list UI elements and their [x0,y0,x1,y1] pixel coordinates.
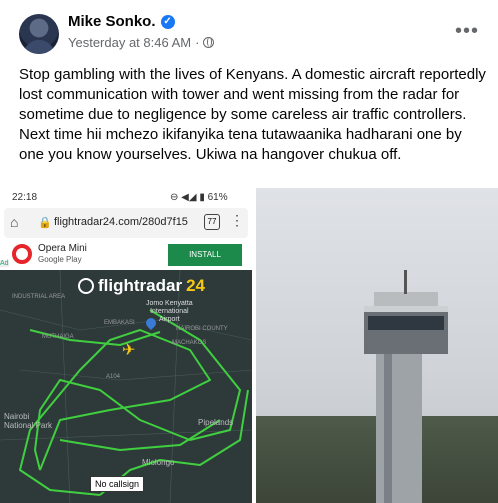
map-label: Nairobi National Park [4,412,53,430]
phone-status-bar: 22:18 ⊖ ◀◢ ▮ 61% [0,188,252,208]
post-media[interactable]: 22:18 ⊖ ◀◢ ▮ 61% ⌂ 🔒 flightradar24.com/2… [0,188,498,503]
globe-icon [203,37,215,48]
verified-badge-icon: ✓ [160,14,175,29]
home-icon: ⌂ [10,214,19,230]
logo-number: 24 [186,276,205,295]
ad-app-name: Opera Mini [38,243,87,254]
author-name-row: Mike Sonko. ✓ [68,13,175,30]
tower-shaft [376,348,422,503]
map-label: INDUSTRIAL AREA [12,294,66,300]
browser-url: flightradar24.com/280d7f15 [54,216,188,228]
more-options-icon[interactable]: ••• [455,20,479,43]
tower-antenna [404,270,407,294]
flightradar-logo: flightradar 24 [78,276,205,296]
meta-separator: · [195,35,200,50]
ad-store-name: Google Play [38,255,82,264]
map-label: Mlolongo [142,458,175,467]
tower-shaft-shadow [384,348,392,503]
ad-install-button: INSTALL [168,244,242,266]
map-label: Pipelands [198,418,234,427]
airplane-icon: ✈ [122,342,136,359]
browser-url-bar: ⌂ 🔒 flightradar24.com/280d7f15 77 ⋮ [4,208,248,238]
ad-badge: Ad [0,260,9,267]
author-avatar[interactable] [19,14,59,54]
author-name[interactable]: Mike Sonko. [68,13,156,30]
callsign-label: No callsign [90,476,145,492]
logo-text: flightradar [98,276,183,295]
map-label: MACHAKOS [172,340,207,346]
tower-windows [368,316,444,330]
flight-track-svg [0,270,252,503]
map-label: A104 [106,374,121,380]
opera-logo-icon [12,244,32,264]
status-indicators: ⊖ ◀◢ ▮ 61% [170,192,228,203]
radar-ring-icon [78,278,94,294]
post-caption: Stop gambling with the lives of Kenyans.… [19,66,486,163]
post-timestamp[interactable]: Yesterday at 8:46 AM [68,35,191,50]
lock-icon: 🔒 [38,217,52,229]
control-tower-photo[interactable] [256,188,498,503]
map-label: EMBAKASI [104,320,135,326]
map-label: NAIROBI COUNTY [176,326,228,332]
tower-cab [364,306,448,354]
ad-banner: Ad Opera Mini Google Play INSTALL [0,240,252,271]
tower-roof [374,292,438,306]
status-time: 22:18 [12,192,38,203]
browser-menu-icon: ⋮ [230,212,244,228]
facebook-post: Mike Sonko. ✓ Yesterday at 8:46 AM · •••… [0,0,498,503]
flight-map: flightradar 24 Jomo Kenyatta Internationa… [0,270,252,503]
tab-count-icon: 77 [204,214,220,230]
phone-screenshot[interactable]: 22:18 ⊖ ◀◢ ▮ 61% ⌂ 🔒 flightradar24.com/2… [0,188,252,503]
map-label: MUTHAIGA [42,334,74,340]
post-meta: Yesterday at 8:46 AM · [68,35,215,50]
